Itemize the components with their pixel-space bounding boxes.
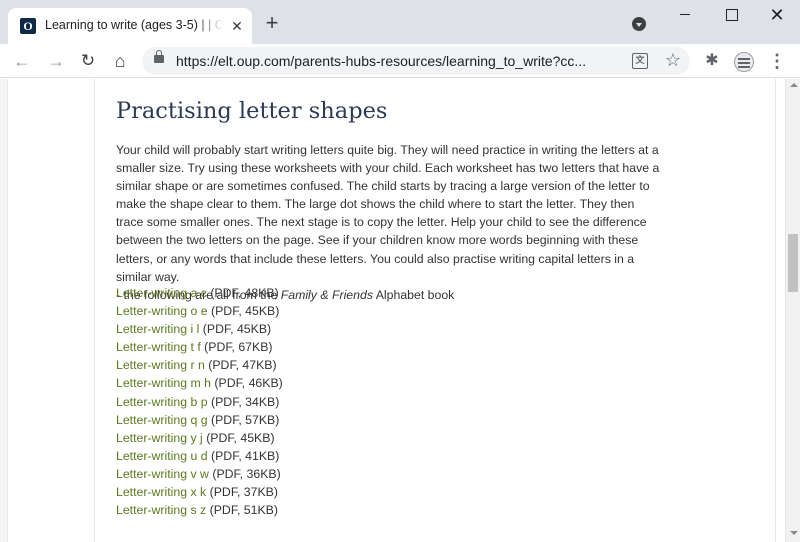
worksheet-link[interactable]: Letter-writing y j: [116, 431, 203, 445]
worksheet-list-item: Letter-writing s z (PDF, 51KB): [116, 501, 516, 519]
worksheet-link[interactable]: Letter-writing v w: [116, 467, 209, 481]
oup-favicon-icon: O: [20, 18, 36, 34]
worksheet-list-item: Letter-writing r n (PDF, 47KB): [116, 356, 516, 374]
back-button[interactable]: ←: [10, 49, 34, 73]
address-bar[interactable]: https://elt.oup.com/parents-hubs-resourc…: [142, 47, 690, 75]
worksheet-file-info: (PDF, 41KB): [207, 448, 280, 463]
intro-text: Your child will probably start writing l…: [116, 141, 661, 304]
extensions-icon[interactable]: ✱: [702, 50, 722, 72]
worksheet-link[interactable]: Letter-writing m h: [116, 376, 211, 390]
worksheet-link[interactable]: Letter-writing q g: [116, 413, 208, 427]
scrollbar-thumb[interactable]: [788, 234, 798, 292]
worksheet-file-info: (PDF, 51KB): [206, 503, 278, 518]
page-scrollbar[interactable]: [785, 79, 800, 542]
worksheet-file-info: (PDF, 57KB): [207, 412, 280, 427]
worksheet-list-item: Letter-writing x k (PDF, 37KB): [116, 483, 516, 501]
tab-search-icon[interactable]: [632, 17, 646, 31]
worksheet-list-item: Letter-writing m h (PDF, 46KB): [116, 374, 516, 392]
page-title: Practising letter shapes: [116, 98, 388, 124]
minimize-window-button[interactable]: [662, 0, 708, 30]
worksheet-file-info: (PDF, 67KB): [200, 340, 273, 355]
worksheet-link[interactable]: Letter-writing s z: [116, 503, 206, 517]
maximize-window-button[interactable]: [708, 0, 754, 30]
forward-button[interactable]: →: [44, 49, 68, 73]
worksheet-list-item: Letter-writing a c (PDF, 48KB): [116, 284, 516, 302]
browser-toolbar: ← → ↻ ⌂ https://elt.oup.com/parents-hubs…: [0, 44, 800, 78]
worksheet-link[interactable]: Letter-writing b p: [116, 395, 208, 409]
url-text[interactable]: https://elt.oup.com/parents-hubs-resourc…: [176, 53, 626, 69]
worksheet-file-info: (PDF, 37KB): [206, 485, 278, 500]
worksheet-link[interactable]: Letter-writing u d: [116, 449, 208, 463]
bookmark-star-icon[interactable]: ☆: [663, 49, 683, 71]
worksheet-list-item: Letter-writing b p (PDF, 34KB): [116, 393, 516, 411]
scroll-up-arrow-icon[interactable]: [790, 83, 798, 87]
worksheet-file-info: (PDF, 45KB): [202, 430, 275, 445]
menu-icon[interactable]: ⋮: [768, 50, 786, 72]
worksheet-link[interactable]: Letter-writing a c: [116, 286, 207, 300]
intro-paragraph: Your child will probably start writing l…: [116, 143, 660, 284]
page-gutter: [0, 79, 8, 542]
lock-icon[interactable]: [154, 50, 164, 63]
home-button[interactable]: ⌂: [108, 49, 132, 73]
profile-icon[interactable]: [734, 52, 754, 72]
worksheet-file-info: (PDF, 47KB): [204, 358, 277, 373]
worksheet-link[interactable]: Letter-writing i l: [116, 322, 199, 336]
worksheet-file-info: (PDF, 48KB): [206, 286, 279, 300]
worksheet-list-item: Letter-writing q g (PDF, 57KB): [116, 411, 516, 429]
worksheet-file-info: (PDF, 45KB): [199, 322, 272, 337]
new-tab-button[interactable]: +: [262, 12, 282, 34]
worksheet-list-item: Letter-writing i l (PDF, 45KB): [116, 320, 516, 338]
scroll-down-arrow-icon[interactable]: [790, 531, 798, 535]
worksheet-file-info: (PDF, 36KB): [208, 466, 281, 481]
tab-title: Learning to write (ages 3-5) | | O: [45, 18, 223, 32]
worksheet-file-info: (PDF, 46KB): [211, 376, 283, 391]
worksheet-list-item: Letter-writing t f (PDF, 67KB): [116, 338, 516, 356]
worksheet-list-item: Letter-writing y j (PDF, 45KB): [116, 429, 516, 447]
worksheet-link[interactable]: Letter-writing x k: [116, 485, 206, 499]
worksheet-list-item: Letter-writing o e (PDF, 45KB): [116, 302, 516, 320]
tab-close-icon[interactable]: ✕: [228, 17, 246, 35]
worksheet-link[interactable]: Letter-writing r n: [116, 358, 205, 372]
translate-icon[interactable]: 文: [632, 53, 648, 69]
worksheet-link[interactable]: Letter-writing o e: [116, 304, 208, 318]
worksheet-link[interactable]: Letter-writing t f: [116, 340, 201, 354]
worksheet-file-info: (PDF, 45KB): [207, 304, 280, 319]
worksheet-list-item: Letter-writing v w (PDF, 36KB): [116, 465, 516, 483]
close-window-button[interactable]: ✕: [754, 0, 800, 30]
active-tab[interactable]: O Learning to write (ages 3-5) | | O ✕: [8, 8, 252, 44]
worksheet-list: Letter-writing a c (PDF, 48KB) Letter-wri…: [116, 284, 516, 519]
page-viewport: Practising letter shapes Your child will…: [0, 79, 785, 542]
worksheet-list-item: Letter-writing u d (PDF, 41KB): [116, 447, 516, 465]
tab-strip: O Learning to write (ages 3-5) | | O ✕ +…: [0, 0, 800, 44]
reload-button[interactable]: ↻: [76, 49, 100, 73]
worksheet-file-info: (PDF, 34KB): [207, 394, 280, 409]
